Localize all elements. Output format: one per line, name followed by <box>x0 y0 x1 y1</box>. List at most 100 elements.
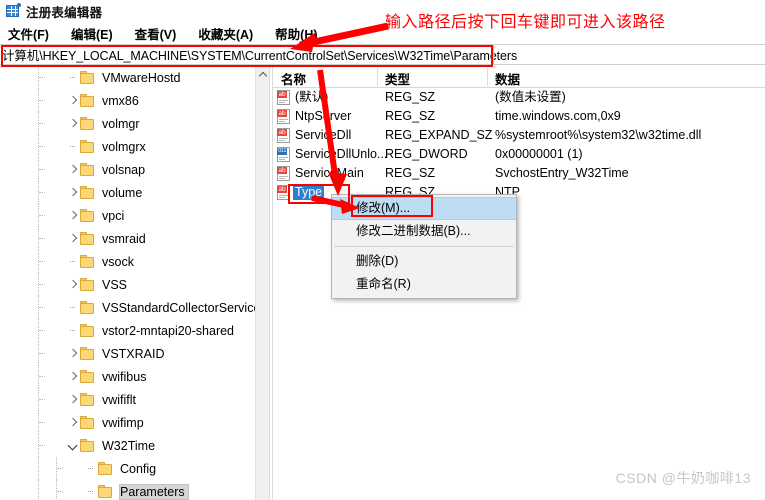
value-name: ServiceMain <box>295 166 364 180</box>
tree-item-vmwarehostd[interactable]: VMwareHostd <box>0 66 258 89</box>
tree-item-vpci[interactable]: vpci <box>0 204 258 227</box>
tree-elbow-line <box>39 422 45 424</box>
chevron-right-icon[interactable] <box>66 204 80 227</box>
folder-icon <box>80 70 96 85</box>
chevron-right-icon[interactable] <box>66 181 80 204</box>
tree-elbow-line <box>39 261 45 263</box>
menu-item-view[interactable]: 查看(V) <box>135 24 177 43</box>
column-header-data[interactable]: 数据 <box>495 69 520 88</box>
tree-item-vss[interactable]: VSS <box>0 273 258 296</box>
tree-item-label: volsnap <box>102 162 146 177</box>
tree-item-label: vsmraid <box>102 231 146 246</box>
tree-elbow-line <box>39 192 45 194</box>
chevron-right-icon[interactable] <box>66 112 80 135</box>
column-header-type[interactable]: 类型 <box>385 69 410 88</box>
tree-item-label: volume <box>102 185 143 200</box>
menu-item-favorites[interactable]: 收藏夹(A) <box>198 24 253 43</box>
tree-guide-line <box>38 480 40 500</box>
tree-guide-line <box>38 457 40 480</box>
registry-tree-pane: VMwareHostd vmx86 volmgr volmgrx volsnap volu… <box>0 66 273 500</box>
menu-item-file[interactable]: 文件(F) <box>8 24 49 43</box>
tree-item-volmgr[interactable]: volmgr <box>0 112 258 135</box>
tree-leaf-marker-icon <box>84 457 98 480</box>
value-row[interactable]: ab ServiceMain REG_SZ SvchostEntry_W32Time <box>273 164 765 183</box>
column-divider-1[interactable] <box>377 68 378 86</box>
tree-item-volume[interactable]: volume <box>0 181 258 204</box>
tree-item-vstxraid[interactable]: VSTXRAID <box>0 342 258 365</box>
address-bar[interactable]: 计算机\HKEY_LOCAL_MACHINE\SYSTEM\CurrentCon… <box>0 44 765 65</box>
value-data: %systemroot%\system32\w32time.dll <box>495 128 702 142</box>
tree-elbow-line <box>39 169 45 171</box>
tree-item-volsnap[interactable]: volsnap <box>0 158 258 181</box>
tree-item-label: volmgrx <box>102 139 146 154</box>
tree-item-vstor2-mntapi20-shared[interactable]: vstor2-mntapi20-shared <box>0 319 258 342</box>
tree-item-label: Parameters <box>119 483 189 500</box>
chevron-right-icon[interactable] <box>66 227 80 250</box>
tree-elbow-line <box>39 353 45 355</box>
context-menu-item-delete[interactable]: 删除(D) <box>332 250 516 273</box>
tree-elbow-line <box>39 100 45 102</box>
value-row[interactable]: ab NtpServer REG_SZ time.windows.com,0x9 <box>273 107 765 126</box>
tree-item-label: vwififlt <box>102 392 137 407</box>
context-menu-item-modify-binary[interactable]: 修改二进制数据(B)... <box>332 220 516 243</box>
tree-elbow-line <box>39 330 45 332</box>
tree-item-label: VMwareHostd <box>102 70 181 85</box>
column-header-name[interactable]: 名称 <box>281 69 306 88</box>
annotation-instruction-text: 输入路径后按下回车键即可进入该路径 <box>385 14 666 31</box>
tree-item-vsmraid[interactable]: vsmraid <box>0 227 258 250</box>
tree-item-parameters[interactable]: Parameters <box>0 480 258 500</box>
chevron-right-icon[interactable] <box>66 158 80 181</box>
tree-item-w32time[interactable]: W32Time <box>0 434 258 457</box>
tree-item-label: VSS <box>102 277 128 292</box>
context-menu-item-rename[interactable]: 重命名(R) <box>332 273 516 296</box>
tree-item-vsstandardcollectorservice15[interactable]: VSStandardCollectorService15 <box>0 296 273 319</box>
chevron-right-icon[interactable] <box>66 89 80 112</box>
menu-item-edit[interactable]: 编辑(E) <box>71 24 113 43</box>
value-data: (数值未设置) <box>495 90 566 104</box>
chevron-right-icon[interactable] <box>66 273 80 296</box>
value-type: REG_SZ <box>385 166 436 180</box>
address-bar-divider <box>493 45 494 64</box>
tree-item-vwifimp[interactable]: vwifimp <box>0 411 258 434</box>
chevron-right-icon[interactable] <box>66 388 80 411</box>
value-name: NtpServer <box>295 109 352 123</box>
value-name: ServiceDllUnlo... <box>295 147 388 161</box>
tree-item-label: vwifimp <box>102 415 144 430</box>
column-divider-2[interactable] <box>487 68 488 86</box>
tree-elbow-line <box>39 445 45 447</box>
tree-item-label: Config <box>120 461 157 476</box>
tree-item-config[interactable]: Config <box>0 457 258 480</box>
tree-item-vsock[interactable]: vsock <box>0 250 258 273</box>
value-row[interactable]: 011 ServiceDllUnlo... REG_DWORD 0x00000001 … <box>273 145 765 164</box>
value-data: SvchostEntry_W32Time <box>495 166 629 180</box>
tree-elbow-line <box>39 123 45 125</box>
context-menu-separator <box>334 246 514 247</box>
tree-item-label: vsock <box>102 254 134 269</box>
watermark: CSDN @牛奶咖啡13 <box>615 470 751 486</box>
value-name: ServiceDll <box>295 128 352 142</box>
chevron-right-icon[interactable] <box>66 365 80 388</box>
tree-item-vwififlt[interactable]: vwififlt <box>0 388 258 411</box>
folder-icon <box>80 438 96 453</box>
chevron-right-icon[interactable] <box>66 411 80 434</box>
tree-elbow-line <box>39 376 45 378</box>
tree-leaf-marker-icon <box>66 66 80 89</box>
folder-icon <box>80 346 96 361</box>
chevron-down-icon[interactable] <box>66 434 80 457</box>
context-menu-item-modify[interactable]: 修改(M)... <box>332 197 516 220</box>
tree-item-volmgrx[interactable]: volmgrx <box>0 135 258 158</box>
menu-item-help[interactable]: 帮助(H) <box>275 24 317 43</box>
tree-item-vwifibus[interactable]: vwifibus <box>0 365 258 388</box>
string-value-icon: ab <box>277 109 291 124</box>
tree-item-vmx86[interactable]: vmx86 <box>0 89 258 112</box>
context-menu: 修改(M)... 修改二进制数据(B)... 删除(D) 重命名(R) <box>331 194 517 299</box>
tree-leaf-marker-icon <box>84 480 98 500</box>
value-type: REG_SZ <box>385 109 436 123</box>
folder-icon <box>80 116 96 131</box>
chevron-right-icon[interactable] <box>66 342 80 365</box>
folder-icon <box>80 415 96 430</box>
value-row[interactable]: ab ServiceDll REG_EXPAND_SZ %systemroot%\sy… <box>273 126 765 145</box>
value-row[interactable]: ab (默认) REG_SZ (数值未设置) <box>273 88 765 107</box>
folder-icon <box>98 461 114 476</box>
string-value-icon: ab <box>277 90 291 105</box>
